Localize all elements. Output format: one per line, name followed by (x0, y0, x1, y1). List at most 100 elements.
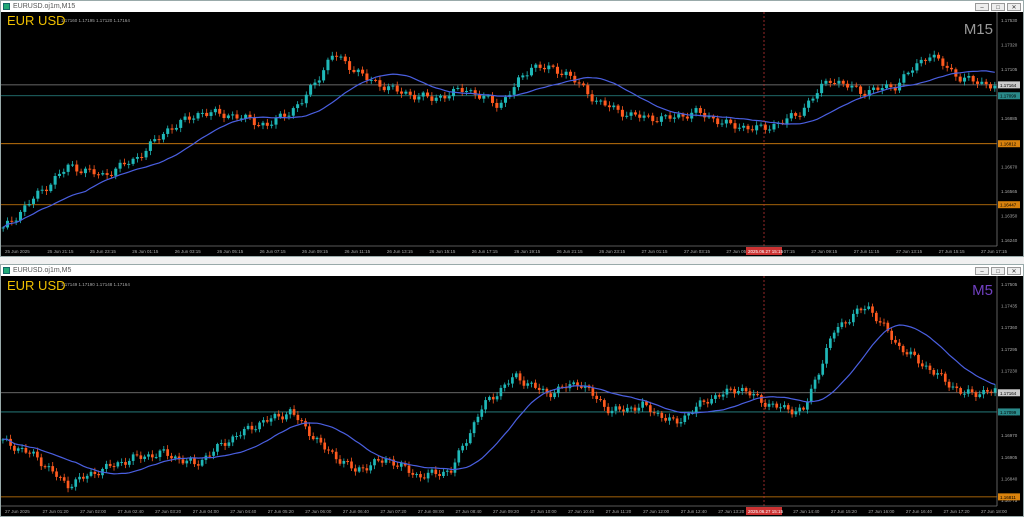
candle-body (476, 416, 480, 423)
window-titlebar[interactable]: EURUSD.oj1m,M15 – □ ✕ (1, 1, 1023, 12)
time-axis-label: 27 Jun 17:15 (981, 249, 1008, 254)
candle-body (116, 462, 120, 467)
candle-body (468, 433, 472, 444)
symbol-label: EUR USD (7, 13, 66, 28)
candle-body (760, 395, 763, 403)
candle-body (162, 449, 166, 451)
time-axis-label: 26 Jun 05:15 (217, 249, 244, 254)
candle-body (880, 88, 884, 90)
time-axis-label: 26 Jun 19:15 (514, 249, 541, 254)
price-axis-label: 1.16970 (1001, 433, 1018, 438)
candle-body (526, 383, 530, 386)
candle-body (59, 476, 62, 478)
candle-body (511, 377, 514, 384)
candle-body (932, 370, 936, 375)
time-axis-label: 25 Jun 2025 (5, 249, 30, 254)
candle-body (348, 61, 352, 70)
candle-body (802, 107, 806, 116)
window-titlebar[interactable]: EURUSD.oj1m,M5 – □ ✕ (1, 265, 1023, 276)
time-axis-label: 27 Jun 10:00 (531, 509, 558, 514)
candle-body (756, 394, 759, 396)
time-axis-label: 26 Jun 09:15 (302, 249, 329, 254)
time-axis-label: 26 Jun 17:15 (472, 249, 499, 254)
candle-body (465, 90, 469, 93)
candle-body (846, 83, 850, 88)
candle-body (161, 133, 165, 140)
candle-body (112, 466, 116, 468)
ohlc-readout: 1.17160 1.17195 1.17120 1.17164 (61, 18, 130, 23)
candle-body (265, 420, 269, 422)
candle-body (223, 443, 227, 446)
candle-body (564, 71, 568, 76)
candle-body (936, 373, 939, 375)
candle-body (641, 401, 644, 408)
candle-body (469, 90, 473, 92)
price-chart-m5[interactable]: 1.17505 1.17435 1.17360 1.17295 1.17230 1.171… (1, 276, 1023, 516)
candle-body (499, 102, 503, 108)
time-axis-label: 27 Jun 12:00 (643, 509, 670, 514)
price-chart-m15[interactable]: 1.175301.173201.171051.169951.168851.167… (1, 12, 1023, 256)
candle-body (959, 388, 962, 394)
maximize-button[interactable]: □ (991, 266, 1005, 275)
candle-body (127, 163, 131, 165)
candle-body (144, 150, 148, 158)
minimize-button[interactable]: – (975, 266, 989, 275)
candle-body (346, 461, 350, 463)
candle-body (825, 347, 828, 364)
chart-window-m5[interactable]: EURUSD.oj1m,M5 – □ ✕ 1.17505 1.17435 1.173… (0, 264, 1024, 517)
candle-body (945, 65, 949, 68)
minimize-button[interactable]: – (975, 2, 989, 11)
candle-body (361, 69, 365, 74)
candle-body (32, 451, 35, 454)
candle-body (417, 96, 421, 100)
candle-body (955, 386, 959, 389)
time-axis-label: 27 Jun 2025 (5, 509, 30, 514)
candle-body (871, 306, 874, 313)
candle-body (62, 171, 66, 174)
close-button[interactable]: ✕ (1007, 2, 1021, 11)
candle-body (461, 445, 464, 451)
candle-body (974, 392, 978, 397)
candle-body (369, 465, 373, 471)
candle-body (668, 417, 671, 421)
chart-background (1, 276, 1023, 516)
candle-body (594, 100, 598, 102)
candle-body (28, 452, 32, 454)
window-title: EURUSD.oj1m,M15 (13, 3, 76, 10)
candle-body (342, 461, 346, 464)
candle-body (698, 400, 702, 407)
price-badge-text: 1.17099 (1000, 94, 1017, 99)
candle-body (365, 73, 369, 81)
time-axis-label: 26 Jun 01:15 (132, 249, 159, 254)
time-axis-label: 27 Jun 18:00 (981, 509, 1008, 514)
candle-body (603, 400, 606, 407)
time-axis-label: 27 Jun 08:00 (418, 509, 445, 514)
candle-body (750, 129, 754, 131)
candle-body (660, 412, 664, 418)
candle-body (127, 460, 131, 465)
candle-body (885, 84, 889, 89)
price-axis-label: 1.16350 (1001, 214, 1018, 219)
candle-body (529, 67, 533, 76)
time-axis-label: 27 Jun 04:00 (193, 509, 220, 514)
close-button[interactable]: ✕ (1007, 266, 1021, 275)
candle-body (897, 342, 901, 346)
candle-body (453, 462, 457, 473)
candle-body (261, 122, 265, 126)
candle-body (507, 383, 510, 385)
candle-body (382, 86, 386, 91)
candle-body (311, 436, 315, 440)
candle-body (940, 373, 943, 375)
candle-body (89, 471, 93, 476)
candle-body (668, 115, 672, 119)
candle-body (717, 395, 721, 397)
candle-body (534, 382, 537, 388)
candle-body (445, 470, 449, 472)
price-axis-label: 1.17505 (1001, 282, 1018, 287)
candle-body (304, 94, 308, 104)
candle-body (790, 409, 794, 415)
maximize-button[interactable]: □ (991, 2, 1005, 11)
candle-body (603, 100, 607, 106)
chart-window-m15[interactable]: EURUSD.oj1m,M15 – □ ✕ 1.17530 1.17320 1.17… (0, 0, 1024, 257)
candle-body (549, 393, 553, 398)
